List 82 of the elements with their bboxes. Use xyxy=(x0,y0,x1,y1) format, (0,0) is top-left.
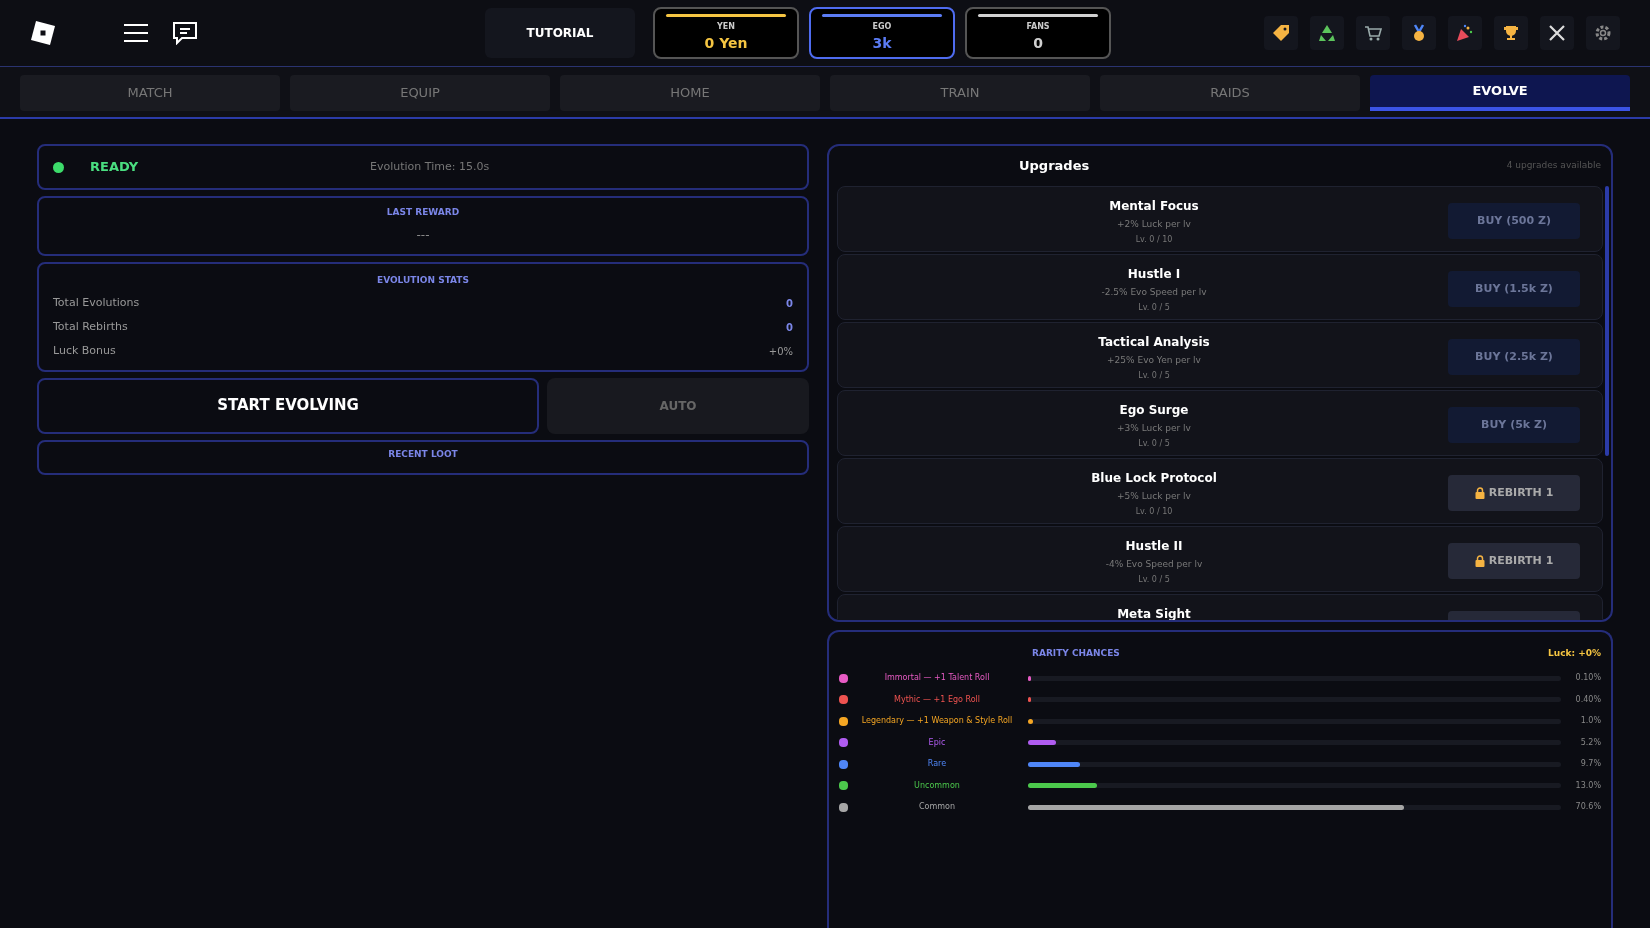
tag-icon[interactable] xyxy=(1264,16,1298,50)
rarity-name: Immortal — +1 Talent Roll xyxy=(883,672,991,685)
buy-button[interactable]: BUY (500 Z) xyxy=(1448,203,1580,239)
rarity-name: Legendary — +1 Weapon & Style Roll xyxy=(860,715,1014,728)
buy-button[interactable]: BUY (5k Z) xyxy=(1448,407,1580,443)
currency-label: EGO xyxy=(872,21,892,33)
scrollbar[interactable] xyxy=(1605,186,1609,456)
last-reward-value: --- xyxy=(416,226,430,244)
upgrade-level: Lv. 0 / 10 xyxy=(1135,233,1173,246)
upgrade-description: -4% Evo Speed per lv xyxy=(1105,558,1203,571)
rarity-name: Uncommon xyxy=(913,779,961,792)
rarity-percent: 1.0% xyxy=(1580,715,1601,728)
rarity-percent: 70.6% xyxy=(1575,801,1601,814)
rarity-percent: 0.40% xyxy=(1575,693,1601,706)
tab[interactable]: EQUIP xyxy=(290,75,550,111)
luck-value: Luck: +0% xyxy=(1548,647,1601,660)
auto-button[interactable]: AUTO xyxy=(547,377,809,434)
upgrade-name: Blue Lock Protocol xyxy=(1091,470,1217,487)
upgrade-level: Lv. 0 / 5 xyxy=(1138,573,1170,586)
cart-icon[interactable] xyxy=(1356,16,1390,50)
upgrade-name: Meta Sight xyxy=(1117,606,1191,620)
panel-title: LAST REWARD xyxy=(386,206,460,219)
stat-value: 0 xyxy=(786,321,793,335)
lock-icon xyxy=(1474,487,1485,499)
upgrade-name: Hustle II xyxy=(1125,538,1183,555)
tab[interactable]: HOME xyxy=(560,75,820,111)
rarity-percent: 5.2% xyxy=(1580,736,1601,749)
upgrade-level: Lv. 0 / 5 xyxy=(1138,437,1170,450)
rarity-name: Epic xyxy=(927,736,947,749)
upgrade-name: Hustle I xyxy=(1127,266,1181,283)
upgrade-name: Ego Surge xyxy=(1119,402,1189,419)
tutorial-button[interactable]: TUTORIAL xyxy=(485,8,635,58)
settings-icon[interactable] xyxy=(1586,16,1620,50)
stat-label: Total Evolutions xyxy=(53,295,140,312)
rarity-percent: 13.0% xyxy=(1575,779,1601,792)
upgrade-level: Lv. 0 / 5 xyxy=(1138,301,1170,314)
logo-icon[interactable] xyxy=(30,20,56,46)
tab[interactable]: RAIDS xyxy=(1100,75,1360,111)
currency-value: 0 xyxy=(1033,34,1043,53)
lock-icon xyxy=(1474,555,1485,567)
rarity-percent: 9.7% xyxy=(1580,758,1601,771)
upgrades-available: 4 upgrades available xyxy=(1506,159,1601,173)
tab[interactable]: TRAIN xyxy=(830,75,1090,111)
tab[interactable]: EVOLVE xyxy=(1370,75,1630,111)
upgrade-description: +25% Evo Yen per lv xyxy=(1107,354,1201,367)
rarity-name: Mythic — +1 Ego Roll xyxy=(893,693,981,706)
upgrade-level: Lv. 0 / 5 xyxy=(1138,369,1170,382)
menu-icon[interactable] xyxy=(124,24,148,42)
upgrade-name: Mental Focus xyxy=(1109,198,1199,215)
buy-button[interactable]: BUY (1.5k Z) xyxy=(1448,271,1580,307)
stat-label: Luck Bonus xyxy=(53,343,116,360)
evolution-time: Evolution Time: 15.0s xyxy=(370,158,490,175)
rarity-percent: 0.10% xyxy=(1575,672,1601,685)
upgrade-level: Lv. 0 / 10 xyxy=(1135,505,1173,518)
party-popper-icon[interactable] xyxy=(1448,16,1482,50)
currency-label: YEN xyxy=(717,21,735,33)
rarity-name: Common xyxy=(918,801,956,814)
panel-title: EVOLUTION STATS xyxy=(377,274,469,287)
panel-title: RECENT LOOT xyxy=(388,447,458,461)
upgrade-name: Tactical Analysis xyxy=(1098,334,1210,351)
panel-title: Upgrades xyxy=(1019,157,1090,176)
stat-label: Total Rebirths xyxy=(53,319,128,336)
currency-value: 3k xyxy=(872,34,892,53)
medal-icon[interactable] xyxy=(1402,16,1436,50)
start-evolving-button[interactable]: START EVOLVING xyxy=(37,377,539,434)
currency-value: 0 Yen xyxy=(704,34,748,53)
status-label: READY xyxy=(90,158,140,177)
currency-label: FANS xyxy=(1026,21,1050,33)
upgrade-description: -2.5% Evo Speed per lv xyxy=(1101,286,1207,299)
buy-button[interactable]: BUY (2.5k Z) xyxy=(1448,339,1580,375)
upgrade-description: +5% Luck per lv xyxy=(1117,490,1191,503)
upgrade-description: +3% Luck per lv xyxy=(1117,422,1191,435)
tab[interactable]: MATCH xyxy=(20,75,280,111)
trophy-icon[interactable] xyxy=(1494,16,1528,50)
locked-button[interactable]: REBIRTH 1 xyxy=(1448,475,1580,511)
stat-value: +0% xyxy=(768,345,793,359)
upgrade-description: +2% Luck per lv xyxy=(1117,218,1191,231)
locked-button[interactable]: REBIRTH 1 xyxy=(1448,543,1580,579)
stat-value: 0 xyxy=(786,297,793,311)
chat-icon[interactable] xyxy=(172,21,198,45)
panel-title: RARITY CHANCES xyxy=(1032,647,1120,660)
rarity-name: Rare xyxy=(926,758,948,771)
